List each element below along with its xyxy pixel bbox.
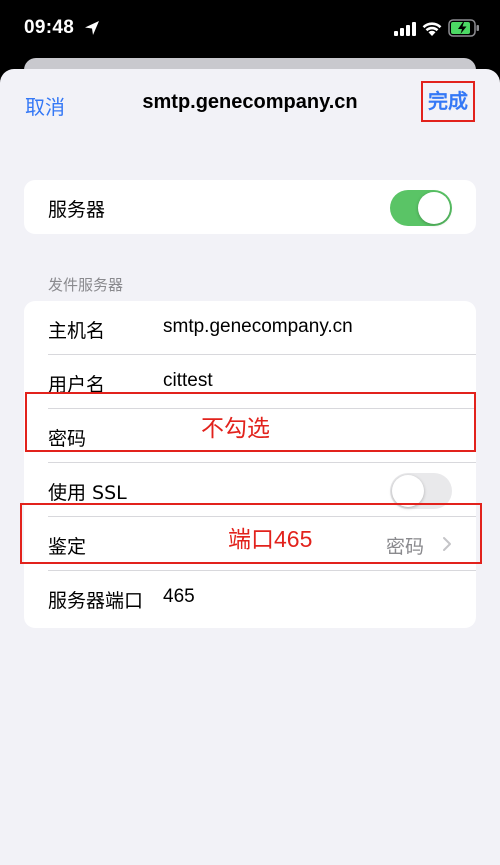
port-row[interactable]: 服务器端口 465 (24, 571, 476, 625)
server-label: 服务器 (48, 199, 106, 221)
host-field[interactable]: smtp.genecompany.cn (163, 316, 353, 338)
ssl-annotation: 不勾选 (201, 416, 270, 442)
done-button[interactable]: 完成 (421, 81, 475, 122)
outgoing-server-card: 主机名 smtp.genecompany.cn 用户名 cittest 密码 使… (24, 301, 476, 628)
wifi-icon (422, 22, 442, 36)
status-bar: 09:48 (0, 0, 500, 58)
toggle-knob (418, 192, 450, 224)
location-arrow-icon (85, 21, 99, 35)
host-label: 主机名 (48, 320, 106, 342)
status-time: 09:48 (24, 17, 75, 38)
server-toggle[interactable] (390, 190, 452, 226)
host-row[interactable]: 主机名 smtp.genecompany.cn (24, 301, 476, 355)
port-field[interactable]: 465 (163, 586, 195, 608)
user-field[interactable]: cittest (163, 370, 213, 392)
port-label: 服务器端口 (48, 590, 144, 612)
outgoing-section-header: 发件服务器 (48, 276, 124, 294)
server-row: 服务器 (24, 180, 476, 234)
settings-sheet: 取消 smtp.genecompany.cn 完成 服务器 发件服务器 主机名 … (0, 69, 500, 865)
ssl-label: 使用 SSL (48, 482, 127, 504)
server-card: 服务器 (24, 180, 476, 234)
cellular-signal-icon (394, 22, 416, 36)
battery-charging-icon (448, 19, 479, 37)
port-annotation: 端口465 (228, 526, 313, 552)
